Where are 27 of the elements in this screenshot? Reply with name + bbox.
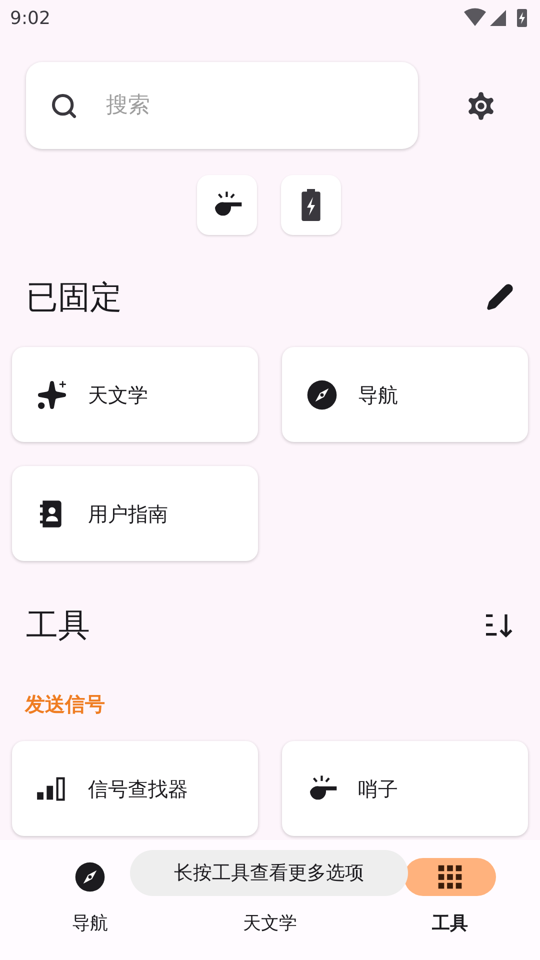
signal-bars-icon xyxy=(36,774,68,802)
status-icons-drawing xyxy=(462,7,530,29)
edit-icon[interactable] xyxy=(486,283,514,311)
battery-charging-icon xyxy=(301,189,321,221)
tool-label: 哨子 xyxy=(358,776,398,802)
search-icon xyxy=(50,92,78,120)
compass-icon xyxy=(306,378,338,410)
tool-card[interactable]: 用户指南 xyxy=(12,466,258,561)
tool-label: 导航 xyxy=(358,382,398,408)
tool-card[interactable]: 天文学 xyxy=(12,347,258,442)
section-heading: 工具 xyxy=(26,605,90,646)
search-field[interactable]: 搜索 xyxy=(26,62,418,149)
category-heading: 发送信号 xyxy=(24,691,106,718)
tool-card[interactable]: 哨子 xyxy=(282,741,528,836)
tool-card[interactable]: 信号查找器 xyxy=(12,741,258,836)
status-time: 9:02 xyxy=(10,6,50,30)
grid-icon xyxy=(436,863,464,891)
quick-action-button[interactable] xyxy=(281,175,341,235)
tool-label: 用户指南 xyxy=(88,500,168,528)
sparkles-icon xyxy=(36,378,68,410)
toast-message: 长按工具查看更多选项 xyxy=(130,850,408,896)
tool-label: 信号查找器 xyxy=(88,776,188,802)
compass-icon xyxy=(74,861,106,893)
tool-card[interactable]: 导航 xyxy=(282,347,528,442)
tool-label: 天文学 xyxy=(88,382,148,408)
section-heading: 已固定 xyxy=(26,277,122,318)
quick-action-button[interactable] xyxy=(197,175,257,235)
